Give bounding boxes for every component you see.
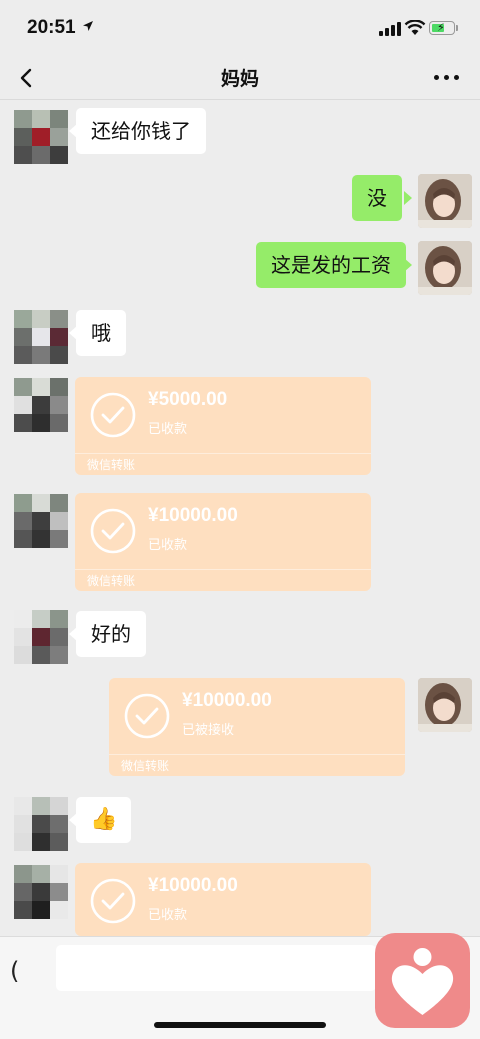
- signal-icon: [379, 22, 401, 36]
- heart-app-icon[interactable]: [375, 933, 470, 1028]
- check-icon: [90, 392, 136, 438]
- message-input[interactable]: [56, 945, 376, 991]
- transfer-card[interactable]: ¥10000.00 已收款 微信转账: [75, 493, 371, 591]
- transfer-status: 已收款: [148, 538, 188, 553]
- transfer-amount: ¥10000.00: [148, 505, 238, 526]
- emoji-bubble[interactable]: 👍: [76, 797, 132, 843]
- transfer-status: 已收款: [148, 908, 188, 923]
- check-icon: [124, 693, 170, 739]
- my-avatar[interactable]: [418, 678, 472, 732]
- transfer-amount: ¥5000.00: [148, 389, 228, 410]
- status-time: 20:51: [27, 17, 76, 38]
- transfer-status: 已收款: [148, 422, 188, 437]
- mom-avatar[interactable]: [14, 865, 68, 919]
- transfer-card[interactable]: ¥10000.00 已收款: [75, 863, 371, 936]
- message-bubble[interactable]: 哦: [76, 310, 126, 356]
- message-bubble[interactable]: 这是发的工资: [256, 242, 406, 288]
- battery-icon: ⚡: [429, 21, 455, 35]
- transfer-card[interactable]: ¥10000.00 已被接收 微信转账: [109, 678, 405, 776]
- message-bubble[interactable]: 还给你钱了: [76, 108, 206, 154]
- message-bubble[interactable]: 没: [352, 175, 402, 221]
- transfer-footer: 微信转账: [75, 453, 371, 475]
- location-arrow-icon: [83, 21, 93, 31]
- wifi-icon: [404, 20, 426, 35]
- transfer-status: 已被接收: [182, 723, 235, 738]
- mom-avatar[interactable]: [14, 378, 68, 432]
- mom-avatar[interactable]: [14, 110, 68, 164]
- check-icon: [90, 508, 136, 554]
- home-indicator: [154, 1022, 326, 1028]
- battery-cap: [456, 25, 458, 31]
- mom-avatar[interactable]: [14, 610, 68, 664]
- status-bar: 20:51 ⚡: [0, 0, 480, 56]
- mom-avatar[interactable]: [14, 797, 68, 851]
- my-avatar[interactable]: [418, 174, 472, 228]
- nav-bar: 妈妈: [0, 56, 480, 100]
- message-bubble[interactable]: 好的: [76, 611, 146, 657]
- transfer-amount: ¥10000.00: [182, 690, 272, 711]
- check-icon: [90, 878, 136, 924]
- transfer-footer: 微信转账: [109, 754, 405, 776]
- bubble-tail: [404, 191, 412, 205]
- transfer-card[interactable]: ¥5000.00 已收款 微信转账: [75, 377, 371, 475]
- my-avatar[interactable]: [418, 241, 472, 295]
- mom-avatar[interactable]: [14, 494, 68, 548]
- transfer-footer: 微信转账: [75, 569, 371, 591]
- chat-title: 妈妈: [220, 68, 259, 90]
- mom-avatar[interactable]: [14, 310, 68, 364]
- voice-icon[interactable]: (: [10, 957, 19, 985]
- transfer-amount: ¥10000.00: [148, 875, 238, 896]
- more-icon[interactable]: [434, 75, 460, 81]
